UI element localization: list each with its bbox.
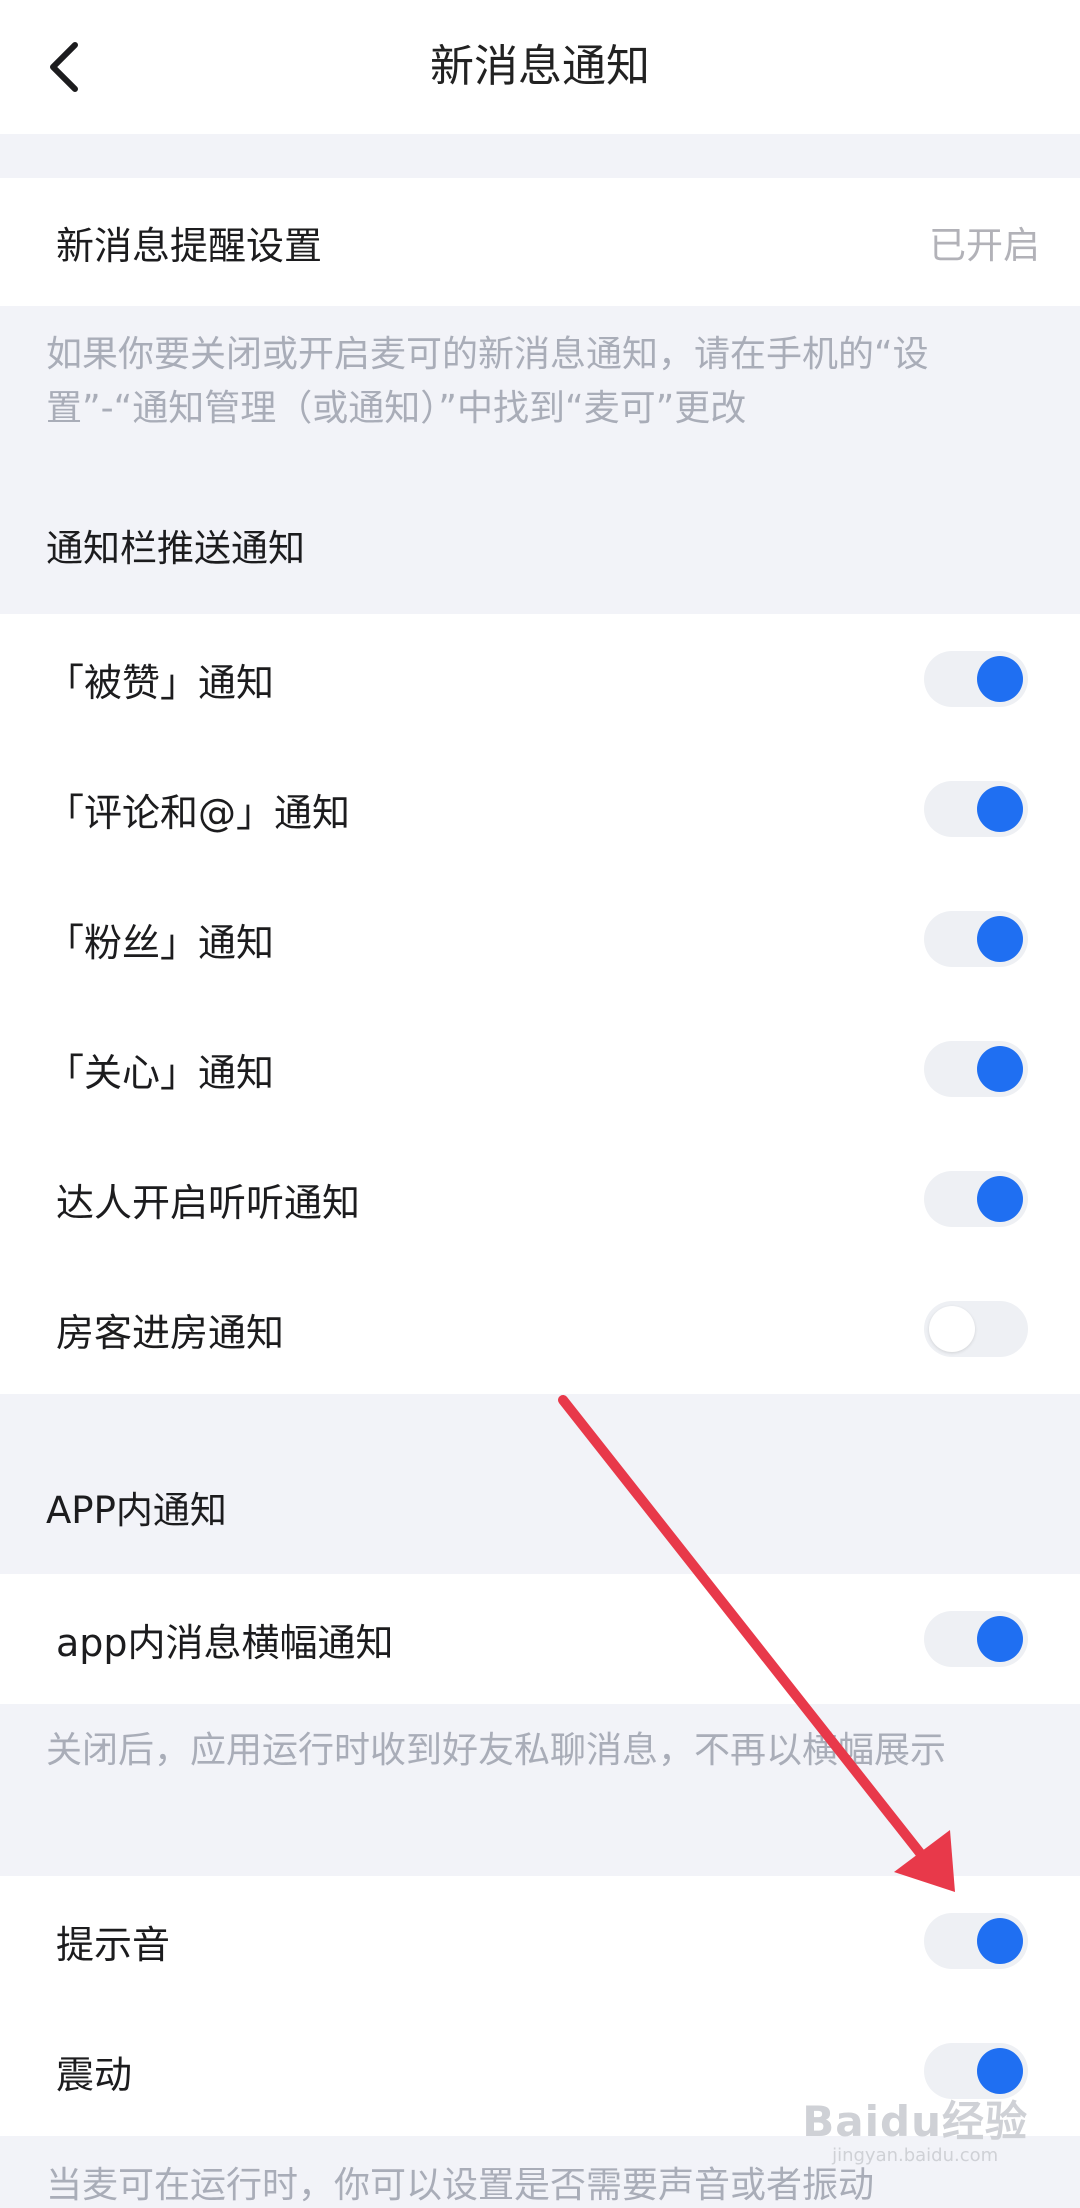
push-item-likes: 「被赞」通知 <box>0 614 1080 744</box>
page-title: 新消息通知 <box>430 41 650 92</box>
care-toggle[interactable] <box>924 1041 1028 1097</box>
toggle-knob <box>977 786 1023 832</box>
app-banner-toggle[interactable] <box>924 1611 1028 1667</box>
sound-toggle[interactable] <box>924 1913 1028 1969</box>
vibrate-label: 震动 <box>56 2052 133 2097</box>
push-item-label: 「被赞」通知 <box>46 660 275 705</box>
toggle-knob <box>977 916 1023 962</box>
toggle-knob <box>929 1306 975 1352</box>
push-item-label: 达人开启听听通知 <box>56 1180 361 1225</box>
push-item-fans: 「粉丝」通知 <box>0 874 1080 1004</box>
reminder-setting-row[interactable]: 新消息提醒设置 已开启 <box>0 178 1080 306</box>
push-item-label: 「关心」通知 <box>46 1050 275 1095</box>
toggle-knob <box>977 1176 1023 1222</box>
banner-note: 关闭后，应用运行时收到好友私聊消息，不再以横幅展示 <box>46 1730 947 1771</box>
nav-bar: 新消息通知 <box>0 0 1080 134</box>
bottom-note: 当麦可在运行时，你可以设置是否需要声音或者振动 <box>46 2165 875 2206</box>
app-section-title: APP内通知 <box>46 1489 227 1532</box>
back-button[interactable] <box>30 30 100 104</box>
banner-block: app内消息横幅通知 <box>0 1574 1080 1704</box>
push-item-guest-enter: 房客进房通知 <box>0 1264 1080 1394</box>
chevron-left-icon <box>50 42 78 92</box>
sound-label: 提示音 <box>56 1922 171 1967</box>
push-item-label: 「评论和@」通知 <box>46 790 351 835</box>
reminder-note: 如果你要关闭或开启麦可的新消息通知，请在手机的“设置”-“通知管理（或通知）”中… <box>46 334 929 429</box>
watermark: Baidu经验 jingyan.baidu.com <box>802 2088 1028 2166</box>
push-item-label: 房客进房通知 <box>56 1310 285 1355</box>
fans-toggle[interactable] <box>924 911 1028 967</box>
reminder-status-value: 已开启 <box>929 224 1040 267</box>
app-banner-label: app内消息横幅通知 <box>56 1620 394 1665</box>
push-item-care: 「关心」通知 <box>0 1004 1080 1134</box>
sound-row: 提示音 <box>0 1876 1080 2006</box>
push-settings-list: 「被赞」通知 「评论和@」通知 「粉丝」通知 「关心」通知 达人开启听听通知 房… <box>0 614 1080 1394</box>
toggle-knob <box>977 656 1023 702</box>
toggle-knob <box>977 1616 1023 1662</box>
watermark-url: jingyan.baidu.com <box>832 2145 999 2166</box>
push-item-comments: 「评论和@」通知 <box>0 744 1080 874</box>
watermark-logo: Baidu经验 <box>802 2097 1028 2146</box>
reminder-setting-label: 新消息提醒设置 <box>56 223 323 268</box>
push-section-title: 通知栏推送通知 <box>46 527 305 570</box>
likes-toggle[interactable] <box>924 651 1028 707</box>
expert-listen-toggle[interactable] <box>924 1171 1028 1227</box>
toggle-knob <box>977 1918 1023 1964</box>
push-item-expert-listen: 达人开启听听通知 <box>0 1134 1080 1264</box>
comments-toggle[interactable] <box>924 781 1028 837</box>
toggle-knob <box>977 1046 1023 1092</box>
app-banner-row: app内消息横幅通知 <box>0 1574 1080 1704</box>
push-item-label: 「粉丝」通知 <box>46 920 275 965</box>
guest-enter-toggle[interactable] <box>924 1301 1028 1357</box>
reminder-block: 新消息提醒设置 已开启 <box>0 178 1080 306</box>
